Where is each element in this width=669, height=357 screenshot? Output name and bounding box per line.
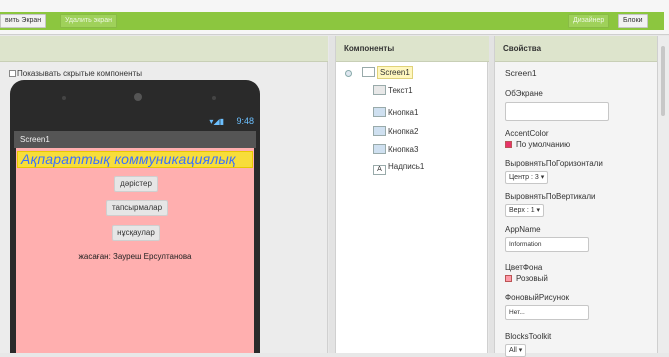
about-screen-field[interactable] (505, 102, 609, 121)
text1-banner[interactable]: Ақпараттық коммуникациялық (17, 151, 253, 168)
about-screen-label: ОбЭкране (505, 89, 543, 98)
screen-title-bar: Screen1 (14, 131, 256, 148)
button-icon (373, 144, 386, 154)
signal-battery-icon: ▾◢▮ (209, 117, 224, 126)
screen-canvas[interactable]: Ақпараттық коммуникациялық дәрістер тапс… (16, 148, 254, 353)
appname-label: AppName (505, 225, 541, 234)
phone-sensor-icon (62, 96, 66, 100)
label1[interactable]: жасаған: Зауреш Ерсултанова (16, 252, 254, 261)
scrollbar[interactable] (661, 46, 665, 116)
align-horizontal-select[interactable]: Центр : 3 ▾ (505, 171, 549, 184)
label-icon: A (373, 165, 386, 175)
components-panel: Компоненты Screen1 Текст1 Кнопка1 Кнопка… (335, 36, 489, 353)
components-header: Компоненты (336, 36, 489, 62)
tree-item-button3[interactable]: Кнопка3 (373, 144, 418, 154)
tree-item-text1[interactable]: Текст1 (373, 85, 413, 95)
accent-color-label: AccentColor (505, 129, 549, 138)
pink-swatch (505, 275, 512, 282)
remove-screen-button[interactable]: Удалить экран (60, 14, 117, 28)
status-time: 9:48 (236, 116, 254, 126)
toolbar: вить Экран Удалить экран Дизайнер Блоки (0, 0, 669, 35)
show-hidden-label: Показывать скрытые компоненты (17, 69, 142, 78)
show-hidden-components[interactable]: Показывать скрытые компоненты (9, 69, 142, 78)
tree-label: Кнопка3 (388, 145, 419, 154)
align-horizontal-label: ВыровнятьПоГоризонтали (505, 159, 603, 168)
show-hidden-checkbox[interactable] (9, 70, 16, 77)
button-icon (373, 107, 386, 117)
properties-header: Свойства (495, 36, 658, 62)
phone-frame: ▾◢▮ 9:48 Screen1 Ақпараттық коммуникация… (10, 80, 260, 353)
tree-label: Надпись1 (388, 162, 425, 171)
tree-label: Screen1 (377, 66, 413, 79)
tree-item-label1[interactable]: A Надпись1 (373, 162, 424, 175)
toolbar-green-bar: вить Экран Удалить экран Дизайнер Блоки (0, 12, 664, 30)
tree-label: Кнопка1 (388, 108, 419, 117)
blocks-toolkit-select[interactable]: All ▾ (505, 344, 527, 357)
add-screen-button[interactable]: вить Экран (0, 14, 47, 28)
phone-speaker-icon (212, 96, 216, 100)
designer-button[interactable]: Дизайнер (568, 14, 610, 28)
tree-label: Текст1 (388, 86, 413, 95)
background-color-text: Розовый (516, 274, 548, 283)
appname-field[interactable]: Information (505, 237, 589, 252)
tree-item-button1[interactable]: Кнопка1 (373, 107, 418, 117)
button2[interactable]: тапсырмалар (106, 200, 168, 216)
tree-label: Кнопка2 (388, 127, 419, 136)
background-color-label: ЦветФона (505, 263, 543, 272)
align-vertical-label: ВыровнятьПоВертикали (505, 192, 596, 201)
collapse-icon[interactable] (345, 70, 352, 77)
properties-panel: Свойства Screen1 ОбЭкране AccentColor По… (494, 36, 658, 357)
tree-item-button2[interactable]: Кнопка2 (373, 126, 418, 136)
tree-item-screen1[interactable]: Screen1 (362, 66, 413, 79)
textbox-icon (373, 85, 386, 95)
viewer-header (0, 36, 328, 62)
align-vertical-select[interactable]: Верх : 1 ▾ (505, 204, 545, 217)
accent-color-value[interactable]: По умолчанию (505, 140, 570, 149)
accent-swatch (505, 141, 512, 148)
accent-color-text: По умолчанию (516, 140, 571, 149)
button-icon (373, 126, 386, 136)
screen-icon (362, 67, 375, 77)
blocks-button[interactable]: Блоки (618, 14, 648, 28)
background-image-label: ФоновыйРисунок (505, 293, 570, 302)
button3[interactable]: нұсқаулар (112, 225, 160, 241)
phone-camera-icon (134, 93, 142, 101)
status-bar: ▾◢▮ 9:48 (10, 116, 260, 128)
blocks-toolkit-label: BlocksToolkit (505, 332, 552, 341)
background-color-value[interactable]: Розовый (505, 274, 548, 283)
selected-component-name: Screen1 (505, 68, 537, 78)
button1[interactable]: дәрістер (114, 176, 158, 192)
background-image-field[interactable]: Нет... (505, 305, 589, 320)
